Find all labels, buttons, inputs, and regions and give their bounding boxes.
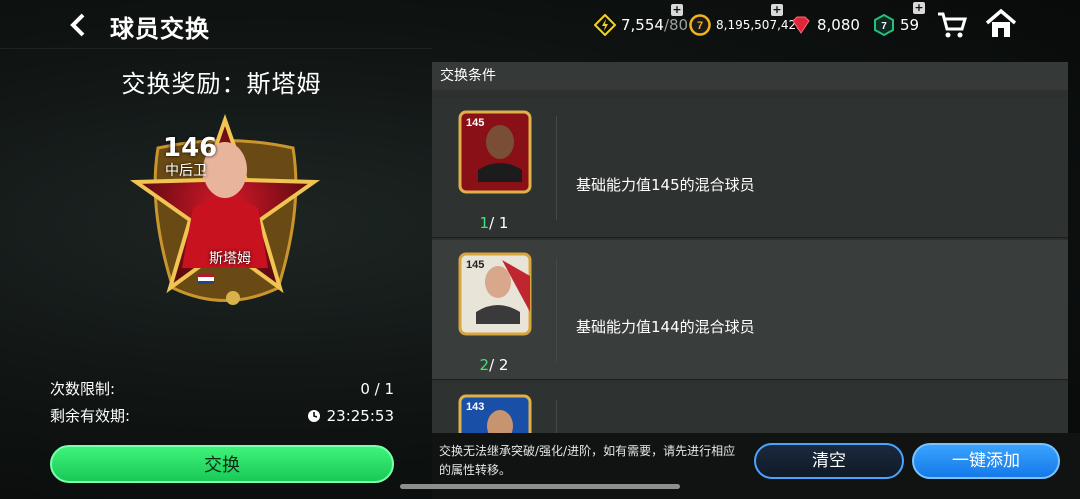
shop-button[interactable] [936, 10, 968, 40]
thumb-rating: 145 [466, 259, 484, 271]
remaining-time-row: 剩余有效期: 23:25:53 [50, 405, 394, 426]
condition-row[interactable]: 145 1/ 1 基础能力值145的混合球员 [432, 98, 1068, 238]
clock-icon [307, 409, 320, 422]
gem-icon [792, 16, 810, 34]
thumb-rating: 145 [466, 117, 484, 129]
currency-token[interactable]: 7 59 [873, 12, 919, 38]
player-card-art [129, 113, 321, 305]
currency-gem[interactable]: 8,080 [790, 12, 860, 38]
row-divider [556, 116, 557, 220]
player-thumbnail: 145 [458, 110, 532, 194]
card-player-name: 斯塔姆 [209, 251, 251, 267]
token-value: 59 [900, 16, 920, 34]
add-all-button[interactable]: 一键添加 [912, 443, 1060, 479]
condition-row[interactable]: 145 2/ 2 基础能力值144的混合球员 [432, 240, 1068, 380]
coin-icon: 7 [689, 14, 711, 36]
clear-button[interactable]: 清空 [754, 443, 904, 479]
gem-value: 8,080 [817, 16, 860, 34]
limit-value: 0 / 1 [360, 379, 394, 398]
limit-label: 次数限制: [50, 380, 116, 398]
condition-description: 基础能力值144的混合球员 [576, 318, 755, 336]
remaining-value: 23:25:53 [326, 406, 394, 425]
token-icon: 7 [874, 14, 894, 36]
add-coin-button[interactable]: + [771, 4, 783, 16]
conditions-header: 交换条件 [432, 62, 1068, 90]
player-thumbnail: 145 [458, 252, 532, 336]
remaining-label: 剩余有效期: [50, 407, 131, 425]
row-divider [556, 258, 557, 362]
exchange-note: 交换无法继承突破/强化/进阶，如有需要，请先进行相应的属性转移。 [439, 444, 736, 477]
condition-description: 基础能力值145的混合球员 [576, 176, 755, 194]
svg-text:7: 7 [881, 21, 887, 32]
reward-player-card[interactable] [118, 108, 332, 320]
add-energy-button[interactable]: + [671, 4, 683, 16]
condition-count: 2/ 2 [479, 356, 509, 374]
condition-count: 1/ 1 [479, 214, 509, 232]
bg-divider [0, 48, 432, 49]
back-button[interactable] [64, 10, 94, 40]
scroll-handle[interactable] [400, 484, 680, 489]
thumb-rating: 143 [466, 401, 484, 413]
currency-coin[interactable]: 7 8,195,507,423 [689, 12, 804, 38]
chevron-left-icon [70, 13, 85, 37]
energy-value: 7,554 [621, 16, 664, 34]
card-position: 中后卫 [165, 163, 207, 179]
page-title: 球员交换 [110, 15, 210, 43]
home-icon [985, 8, 1017, 37]
home-button[interactable] [984, 8, 1018, 40]
exchange-button[interactable]: 交换 [50, 445, 394, 483]
energy-icon [594, 14, 616, 36]
add-token-button[interactable]: + [913, 2, 925, 14]
energy-max: /80 [663, 16, 689, 34]
reward-title: 交换奖励：斯塔姆 [121, 70, 322, 98]
exchange-limit-row: 次数限制: 0 / 1 [50, 378, 394, 399]
cart-icon [938, 12, 968, 38]
svg-text:7: 7 [697, 20, 703, 32]
card-rating: 146 [163, 133, 218, 163]
